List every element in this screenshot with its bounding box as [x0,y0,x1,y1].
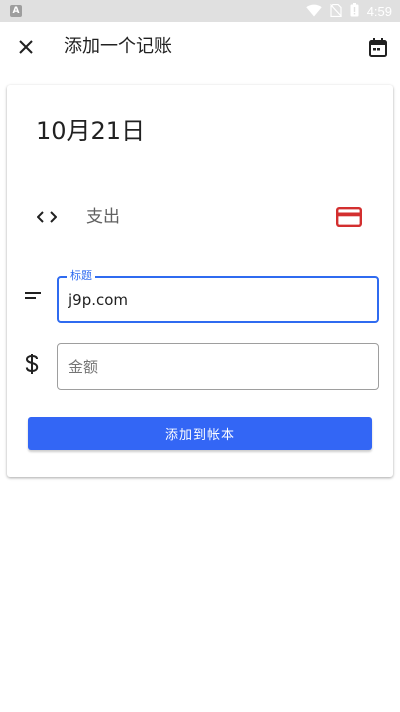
amount-input[interactable] [68,344,368,389]
wifi-icon [305,2,322,21]
no-sim-icon [329,2,342,21]
close-button[interactable] [14,35,38,59]
title-input[interactable] [68,278,368,321]
calendar-icon [369,37,387,57]
type-label: 支出 [86,207,120,227]
title-icon [21,284,45,308]
close-icon [19,40,33,54]
battery-icon [350,2,359,21]
status-bar-left: A [10,5,22,17]
amount-field[interactable] [57,343,379,390]
title-field[interactable]: 标题 [57,269,379,323]
notification-icon: A [10,5,22,17]
status-time: 4:59 [366,3,392,19]
app-bar: 添加一个记账 [0,22,400,72]
code-swap-icon [37,211,57,223]
entry-card: 10月21日 支出 标题 添 [7,85,393,477]
status-bar: A 4:59 [0,0,400,22]
credit-card-icon [336,207,362,227]
add-to-ledger-button[interactable]: 添加到帐本 [28,417,372,450]
dollar-icon [20,352,44,376]
status-bar-right: 4:59 [305,2,392,21]
payment-method-button[interactable] [335,203,363,231]
type-row: 支出 [7,197,393,237]
swap-type-button[interactable] [35,205,59,229]
date-selector[interactable]: 10月21日 [36,115,145,147]
page-title: 添加一个记账 [64,36,172,57]
calendar-button[interactable] [366,35,390,59]
